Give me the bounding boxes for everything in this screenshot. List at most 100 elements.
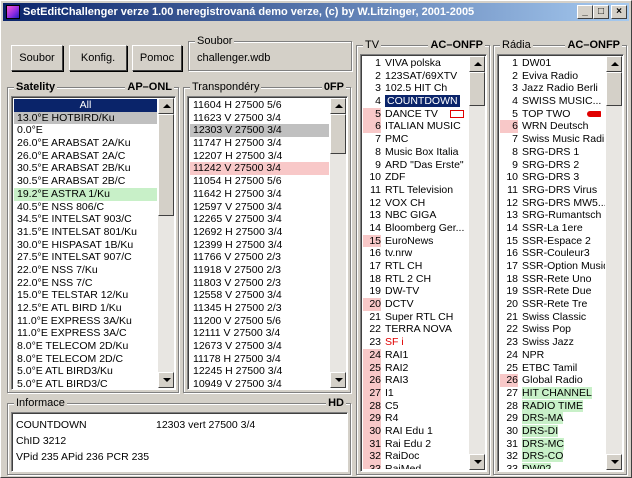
tv-channel-item[interactable]: 21 Super RTL CH — [363, 311, 468, 324]
radio-channel-item[interactable]: 12 SRG-DRS MW5... — [500, 197, 605, 210]
satellite-item[interactable]: 22.0°E NSS 7/C — [14, 277, 157, 290]
radio-channel-item[interactable]: 7 Swiss Music Radi — [500, 133, 605, 146]
transponder-item[interactable]: 11242 V 27500 3/4 — [190, 162, 329, 176]
transponder-item[interactable]: 12673 V 27500 3/4 — [190, 340, 329, 353]
radio-channel-item[interactable]: 15 SSR-Espace 2 — [500, 235, 605, 248]
radio-channel-item[interactable]: 31 DRS-MC — [500, 437, 605, 451]
transponder-item[interactable]: 11178 H 27500 3/4 — [190, 353, 329, 366]
tv-channel-item[interactable]: 20 DCTV — [363, 298, 468, 311]
transponder-item[interactable]: 12207 H 27500 3/4 — [190, 150, 329, 163]
radio-channel-item[interactable]: 2 Eviva Radio — [500, 70, 605, 83]
transponder-item[interactable]: 12111 V 27500 3/4 — [190, 327, 329, 340]
transponder-item[interactable]: 11623 V 27500 3/4 — [190, 112, 329, 125]
transponders-listbox[interactable]: 11604 H 27500 5/6 11623 V 27500 3/4 12303 … — [187, 96, 348, 390]
satellite-item[interactable]: All — [14, 99, 157, 112]
transponders-scrollbar[interactable] — [330, 98, 346, 388]
radio-scrollbar[interactable] — [606, 56, 622, 470]
title-bar[interactable]: SetEditChallenger verze 1.00 neregistrov… — [3, 3, 629, 21]
scroll-down-arrow-icon[interactable] — [606, 454, 622, 470]
radio-channel-item[interactable]: 16 SSR-Couleur3 — [500, 247, 605, 260]
satellite-item[interactable]: 30.5°E ARABSAT 2B/Ku — [14, 162, 157, 175]
satellite-item[interactable]: 31.5°E INTELSAT 801/Ku — [14, 226, 157, 239]
satellite-item[interactable]: 22.0°E NSS 7/Ku — [14, 264, 157, 277]
tv-channel-item[interactable]: 3 102.5 HIT Ch — [363, 82, 468, 95]
tv-channel-item[interactable]: 30 RAI Edu 1 — [363, 424, 468, 438]
tv-channel-item[interactable]: 8 Music Box Italia — [363, 146, 468, 159]
tv-channel-item[interactable]: 28 C5 — [363, 399, 468, 413]
scroll-thumb[interactable] — [330, 114, 346, 154]
radio-listbox[interactable]: 1 DW01 2 Eviva Radio 3 Jazz Radio Berli 4 SWISS… — [497, 54, 624, 472]
radio-channel-item[interactable]: 30 DRS-DI — [500, 424, 605, 438]
transponder-item[interactable]: 12303 V 27500 3/4 — [190, 124, 329, 138]
transponder-item[interactable]: 11054 H 27500 5/6 — [190, 175, 329, 188]
radio-channel-item[interactable]: 28 RADIO TIME — [500, 399, 605, 413]
tv-channel-item[interactable]: 10 ZDF — [363, 171, 468, 184]
konfig-button[interactable]: Konfig. — [69, 45, 127, 71]
tv-channel-item[interactable]: 5 DANCE TV — [363, 107, 468, 121]
scroll-down-arrow-icon[interactable] — [330, 372, 346, 388]
radio-channel-item[interactable]: 11 SRG-DRS Virus — [500, 184, 605, 197]
tv-channel-item[interactable]: 16 tv.nrw — [363, 247, 468, 260]
tv-channel-item[interactable]: 11 RTL Television — [363, 184, 468, 197]
tv-channel-item[interactable]: 14 Bloomberg Ger... — [363, 222, 468, 235]
transponders-list[interactable]: 11604 H 27500 5/6 11623 V 27500 3/4 12303 … — [190, 99, 329, 387]
tv-channel-item[interactable]: 31 Rai Edu 2 — [363, 437, 468, 451]
satellites-scrollbar[interactable] — [158, 98, 174, 388]
radio-channel-item[interactable]: 32 DRS-CO — [500, 450, 605, 463]
radio-channel-item[interactable]: 4 SWISS MUSIC... — [500, 95, 605, 108]
tv-channel-item[interactable]: 18 RTL 2 CH — [363, 273, 468, 286]
scroll-thumb[interactable] — [469, 72, 485, 106]
tv-channel-item[interactable]: 13 NBC GIGA — [363, 209, 468, 222]
tv-channel-item[interactable]: 19 DW-TV — [363, 285, 468, 298]
tv-channel-item[interactable]: 1 VIVA polska — [363, 57, 468, 70]
tv-channel-item[interactable]: 15 EuroNews — [363, 234, 468, 248]
satellite-item[interactable]: 11.0°E EXPRESS 3A/Ku — [14, 315, 157, 328]
tv-scrollbar[interactable] — [469, 56, 485, 470]
radio-channel-item[interactable]: 20 SSR-Rete Tre — [500, 298, 605, 311]
satellite-item[interactable]: 19.2°E ASTRA 1/Ku — [14, 187, 157, 201]
radio-channel-item[interactable]: 33 DW02 — [500, 463, 605, 469]
satellite-item[interactable]: 12.5°E ATL BIRD 1/Ku — [14, 302, 157, 315]
tv-channel-item[interactable]: 24 RAI1 — [363, 348, 468, 362]
radio-channel-item[interactable]: 6 WRN Deutsch — [500, 120, 605, 134]
satellite-item[interactable]: 5.0°E ATL BIRD3/C — [14, 378, 157, 387]
tv-channel-item[interactable]: 2 123SAT/69XTV — [363, 70, 468, 83]
scroll-up-arrow-icon[interactable] — [469, 56, 485, 72]
transponder-item[interactable]: 12597 V 27500 3/4 — [190, 201, 329, 214]
transponder-item[interactable]: 12558 V 27500 3/4 — [190, 289, 329, 302]
radio-channel-item[interactable]: 10 SRG-DRS 3 — [500, 171, 605, 184]
satellites-list[interactable]: All 13.0°E HOTBIRD/Ku 0.0°E 26.0°E ARABSAT … — [14, 99, 157, 387]
satellite-item[interactable]: 8.0°E TELECOM 2D/Ku — [14, 340, 157, 353]
tv-channel-item[interactable]: 9 ARD "Das Erste" — [363, 159, 468, 172]
radio-channel-item[interactable]: 24 NPR — [500, 349, 605, 362]
transponder-item[interactable]: 12245 H 27500 3/4 — [190, 365, 329, 378]
radio-channel-item[interactable]: 8 SRG-DRS 1 — [500, 146, 605, 159]
radio-channel-item[interactable]: 5 TOP TWO — [500, 108, 605, 121]
radio-channel-item[interactable]: 21 Swiss Classic — [500, 311, 605, 324]
satellite-item[interactable]: 26.0°E ARABSAT 2A/Ku — [14, 137, 157, 150]
satellite-item[interactable]: 8.0°E TELECOM 2D/C — [14, 353, 157, 366]
radio-channel-item[interactable]: 1 DW01 — [500, 57, 605, 70]
satellite-item[interactable]: 27.5°E INTELSAT 907/C — [14, 251, 157, 264]
transponder-item[interactable]: 12692 H 27500 3/4 — [190, 226, 329, 239]
tv-channel-item[interactable]: 27 I1 — [363, 386, 468, 400]
satellites-listbox[interactable]: All 13.0°E HOTBIRD/Ku 0.0°E 26.0°E ARABSAT … — [11, 96, 176, 390]
satellite-item[interactable]: 34.5°E INTELSAT 903/C — [14, 213, 157, 226]
satellite-item[interactable]: 0.0°E — [14, 124, 157, 137]
radio-channel-list[interactable]: 1 DW01 2 Eviva Radio 3 Jazz Radio Berli 4 SWISS… — [500, 57, 605, 469]
tv-channel-list[interactable]: 1 VIVA polska 2 123SAT/69XTV 3 102.5 HIT Ch 4 C… — [363, 57, 468, 469]
scroll-up-arrow-icon[interactable] — [158, 98, 174, 114]
satellite-item[interactable]: 13.0°E HOTBIRD/Ku — [14, 111, 157, 125]
tv-channel-item[interactable]: 17 RTL CH — [363, 260, 468, 273]
satellite-item[interactable]: 30.5°E ARABSAT 2B/C — [14, 175, 157, 188]
tv-channel-item[interactable]: 26 RAI3 — [363, 374, 468, 387]
tv-channel-item[interactable]: 33 RaiMed — [363, 463, 468, 469]
scroll-down-arrow-icon[interactable] — [469, 454, 485, 470]
radio-channel-item[interactable]: 9 SRG-DRS 2 — [500, 159, 605, 172]
radio-channel-item[interactable]: 29 DRS-MA — [500, 412, 605, 425]
minimize-button[interactable]: _ — [577, 5, 593, 19]
satellite-item[interactable]: 30.0°E HISPASAT 1B/Ku — [14, 239, 157, 252]
transponder-item[interactable]: 12399 H 27500 3/4 — [190, 239, 329, 252]
radio-channel-item[interactable]: 17 SSR-Option Musiq — [500, 260, 605, 273]
satellite-item[interactable]: 15.0°E TELSTAR 12/Ku — [14, 289, 157, 302]
